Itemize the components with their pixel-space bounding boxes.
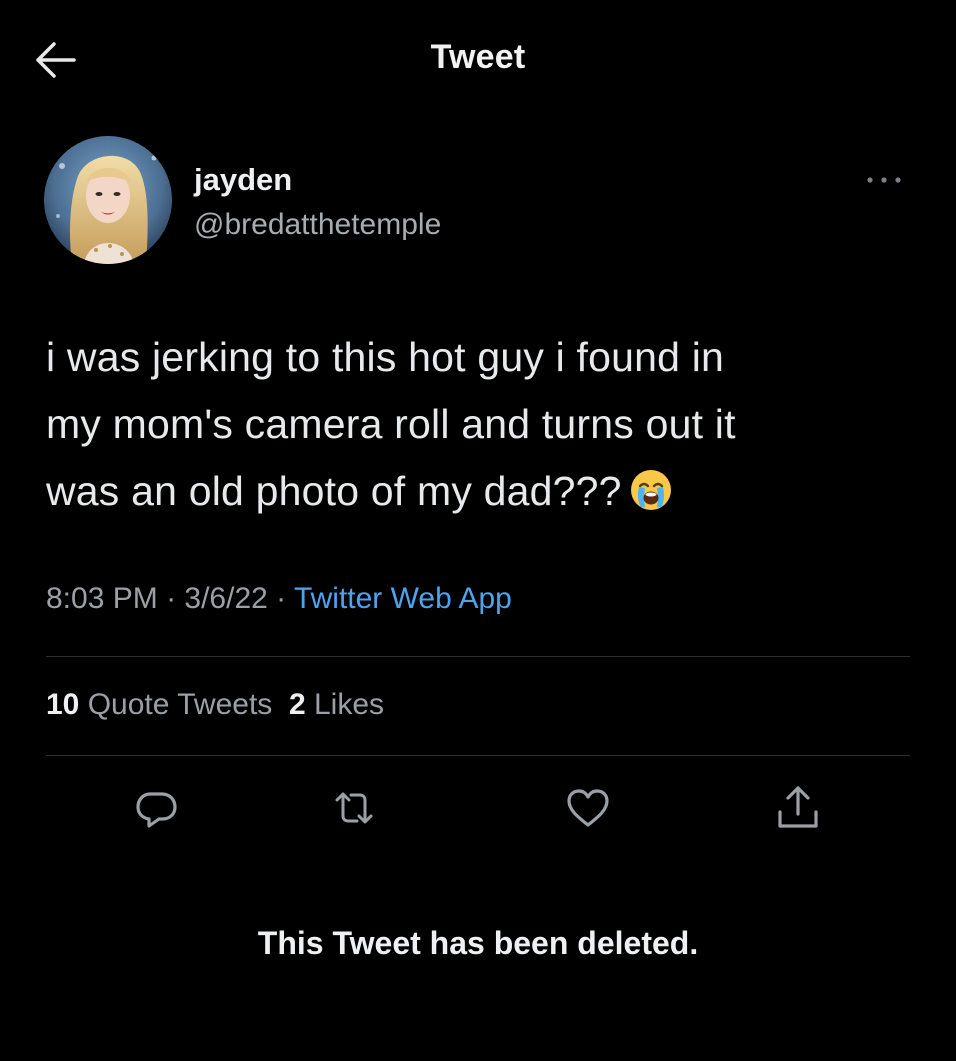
meta-separator: · xyxy=(157,582,185,615)
tweet-text: i was jerking to this hot guy i found in… xyxy=(46,324,926,533)
likes-label: Likes xyxy=(313,688,385,721)
deleted-tweet-notice: This Tweet has been deleted. xyxy=(257,925,699,961)
quote-tweets-count: 10 xyxy=(46,688,80,721)
like-button[interactable] xyxy=(560,780,616,836)
tweet-source-link[interactable]: Twitter Web App xyxy=(294,582,512,615)
retweet-button[interactable] xyxy=(326,780,382,836)
engagement-stats: 10 Quote Tweets 2 Likes xyxy=(46,688,384,722)
reply-button[interactable] xyxy=(128,780,184,836)
quote-tweets-stat[interactable]: 10 Quote Tweets xyxy=(46,688,272,721)
likes-count: 2 xyxy=(288,688,306,721)
divider xyxy=(46,755,910,756)
tweet-text-line: i was jerking to this hot guy i found in xyxy=(46,334,725,380)
crying-face-emoji xyxy=(628,466,674,533)
tweet-actions xyxy=(0,780,956,840)
tweet-text-line: was an old photo of my dad??? xyxy=(46,458,926,533)
top-bar: Tweet xyxy=(0,0,956,110)
share-button[interactable] xyxy=(770,780,826,836)
author-display-name[interactable]: jayden xyxy=(194,162,292,198)
reply-icon xyxy=(136,792,177,828)
more-horizontal-icon xyxy=(867,177,901,183)
retweet-icon xyxy=(335,792,373,824)
divider xyxy=(46,656,910,657)
tweet-date[interactable]: 3/6/22 xyxy=(184,582,267,615)
tweet-text-line-content: was an old photo of my dad??? xyxy=(46,468,622,514)
likes-stat[interactable]: 2 Likes xyxy=(289,688,384,721)
tweet-author: jayden @bredatthetemple xyxy=(44,136,914,266)
tweet-time[interactable]: 8:03 PM xyxy=(46,582,158,615)
heart-icon xyxy=(567,789,609,827)
tweet-text-line: my mom's camera roll and turns out it xyxy=(46,401,736,447)
tweet-timestamp-line: 8:03 PM · 3/6/22 · Twitter Web App xyxy=(46,582,512,616)
meta-separator: · xyxy=(267,582,294,615)
quote-tweets-label: Quote Tweets xyxy=(87,688,273,721)
more-options-button[interactable] xyxy=(862,170,906,190)
author-handle[interactable]: @bredatthetemple xyxy=(194,208,441,242)
share-icon xyxy=(778,786,818,828)
page-title: Tweet xyxy=(430,38,526,76)
avatar[interactable] xyxy=(44,136,172,264)
